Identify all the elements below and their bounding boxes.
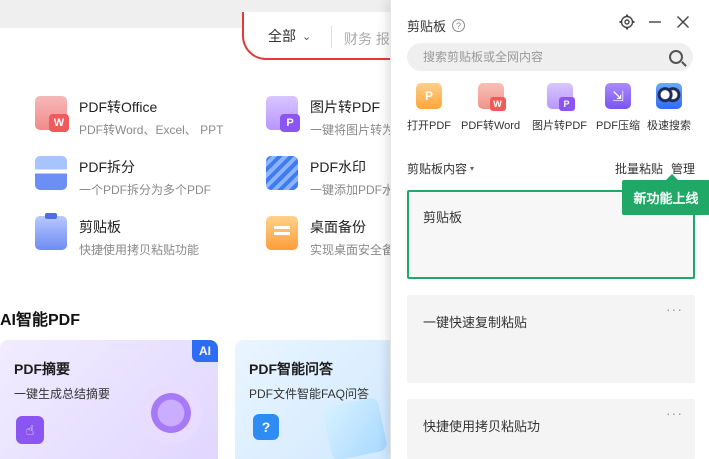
tool-title: 图片转PDF [310,99,380,115]
pdf-to-office-icon [35,96,69,132]
tool-pdf-split[interactable]: PDF拆分 一个PDF拆分为多个PDF [35,156,211,198]
question-icon: ? [253,414,279,440]
pdf-split-icon [35,156,67,190]
tool-desc: 一键将图片转为 [310,123,395,137]
new-feature-badge: 新功能上线 [622,174,709,215]
chevron-down-icon: ▾ [470,164,475,173]
tool-title: 剪贴板 [79,219,121,235]
quick-label: 图片转PDF [532,120,587,132]
tool-desc: 快捷使用拷贝粘贴功能 [79,243,200,257]
tool-desc: 一个PDF拆分为多个PDF [79,183,212,197]
quick-label: PDF转Word [461,120,521,132]
image-to-pdf-icon [546,83,575,111]
search-icon[interactable] [669,50,683,64]
tool-title: 桌面备份 [310,219,366,235]
tool-pdf-watermark[interactable]: PDF水印 一键添加PDF水 [266,156,394,198]
quick-label: 打开PDF [407,120,451,132]
quick-pdf-compress[interactable]: PDF压缩 [596,83,640,133]
tool-title: PDF转Office [79,99,158,115]
qa-illustration-icon [321,396,389,459]
tool-desc: 实现桌面安全备 [310,243,395,257]
pointer-hand-icon: ☝ [16,416,44,444]
summary-illustration-icon [140,382,202,444]
search-divider [331,26,332,48]
clipboard-item-text: 剪贴板 [423,210,463,225]
quick-label: 极速搜索 [647,120,691,132]
pdf-to-word-icon [477,83,506,111]
panel-header: 剪贴板 ? [407,16,466,35]
settings-gear-icon[interactable] [617,12,637,32]
close-icon[interactable] [673,12,693,32]
clipboard-content-dropdown[interactable]: 剪贴板内容 ▾ [407,160,474,177]
tool-title: PDF拆分 [79,159,135,175]
panel-title: 剪贴板 [407,19,447,34]
card-pdf-qa[interactable]: PDF智能问答 PDF文件智能FAQ问答 ? [235,340,395,459]
tool-image-to-pdf[interactable]: 图片转PDF 一键将图片转为 [266,96,394,138]
card-desc: 一键生成总结摘要 [14,387,111,401]
ai-section-title: AI智能PDF [0,312,81,329]
fast-search-icon [656,83,682,109]
card-title: PDF摘要 [14,361,70,377]
clipboard-icon [35,213,67,250]
search-scope-label: 全部 [268,28,296,44]
clipboard-item-text: 快捷使用拷贝粘贴功 [423,419,541,434]
clipboard-item-text: 一键快速复制粘贴 [423,315,528,330]
tool-title: PDF水印 [310,159,366,175]
quick-open-pdf[interactable]: 打开PDF [407,83,451,133]
search-scope-dropdown[interactable]: 全部 ⌄ [268,26,311,46]
quick-label: PDF压缩 [596,120,640,132]
card-pdf-summary[interactable]: PDF摘要 一键生成总结摘要 AI ☝ [0,340,218,459]
dropdown-label: 剪贴板内容 [407,162,468,176]
quick-pdf-to-word[interactable]: PDF转Word [461,83,520,133]
pdf-compress-icon [605,83,631,109]
clipboard-item[interactable]: 快捷使用拷贝粘贴功 ··· [407,399,695,459]
more-options-icon[interactable]: ··· [666,405,683,421]
card-title: PDF智能问答 [249,361,333,377]
quick-fast-search[interactable]: 极速搜索 [647,83,691,133]
more-options-icon[interactable]: ··· [666,301,683,317]
tool-desc: 一键添加PDF水 [310,183,395,197]
card-desc: PDF文件智能FAQ问答 [249,387,370,401]
open-pdf-icon [416,83,442,109]
minimize-icon[interactable] [645,12,665,32]
tool-desc: PDF转Word、Excel、 PPT [79,123,224,137]
search-hint-text[interactable]: 财务 报 [344,29,390,49]
clipboard-search-input[interactable] [423,50,669,64]
chevron-down-icon: ⌄ [302,30,312,43]
quick-image-to-pdf[interactable]: 图片转PDF [532,83,587,133]
pdf-watermark-icon [266,156,298,190]
tool-desktop-backup[interactable]: 桌面备份 实现桌面安全备 [266,216,394,258]
clipboard-search-bar [407,43,693,71]
batch-paste-button[interactable]: 批量粘贴 [615,160,663,177]
tool-pdf-to-office[interactable]: PDF转Office PDF转Word、Excel、 PPT [35,96,223,138]
clipboard-item[interactable]: 一键快速复制粘贴 ··· [407,295,695,383]
clipboard-panel: 剪贴板 ? 打开PDF PDF转Word 图片转PDF PDF压缩 极速搜索 剪… [390,0,709,459]
desktop-backup-icon [266,216,298,250]
ai-badge: AI [192,340,218,362]
image-to-pdf-icon [266,96,300,132]
tool-clipboard[interactable]: 剪贴板 快捷使用拷贝粘贴功能 [35,213,200,258]
help-icon[interactable]: ? [452,19,466,32]
